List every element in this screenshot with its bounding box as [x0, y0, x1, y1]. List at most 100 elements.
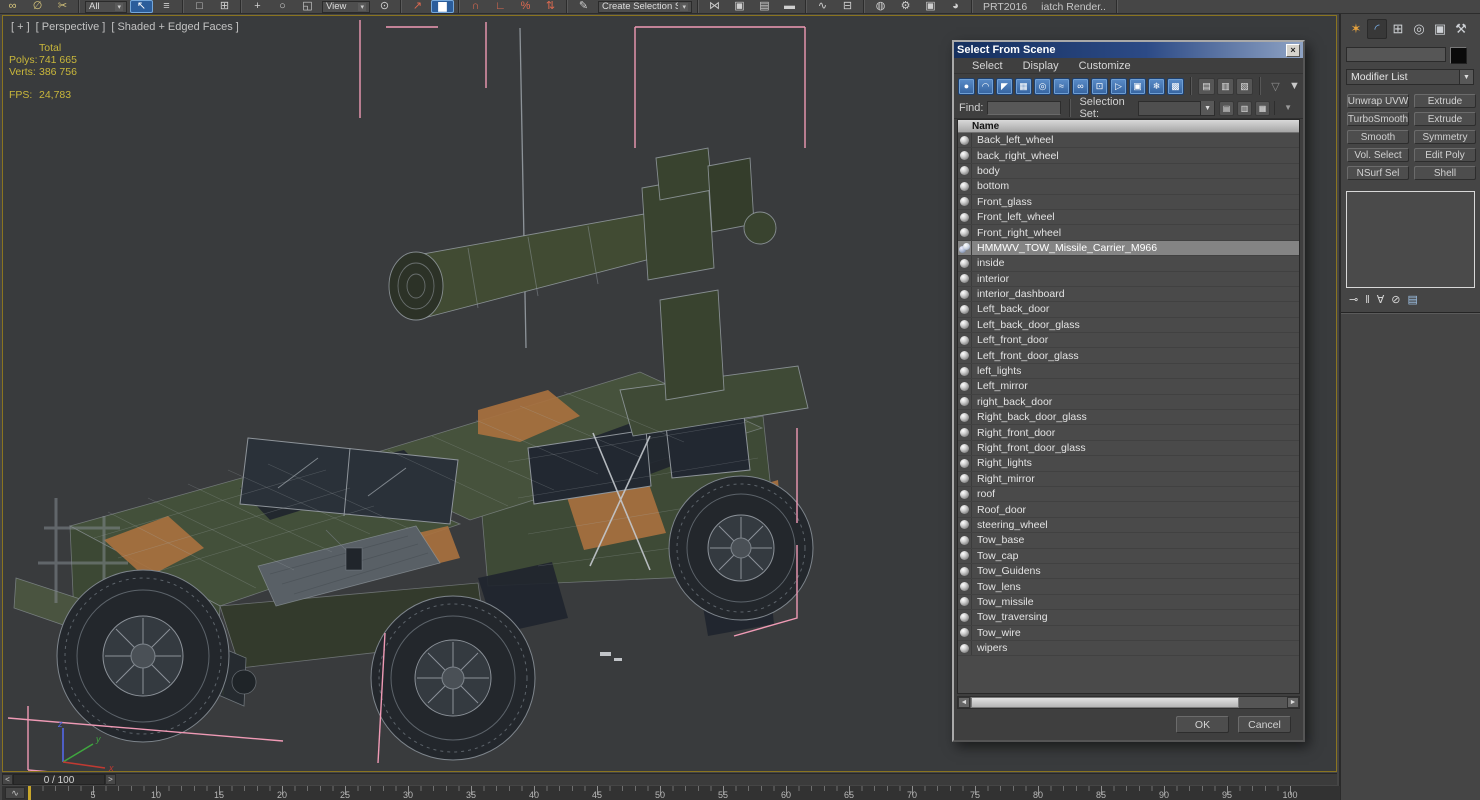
scene-object-row[interactable]: inside	[958, 256, 1299, 272]
scene-object-row[interactable]: wipers	[958, 640, 1299, 657]
hmmwv-model[interactable]	[8, 18, 838, 771]
menu-select[interactable]: Select	[962, 60, 1013, 72]
track-bar[interactable]: ∿ 5 10 15 20 25 30 35 40 45 50 55 60 65 70 75 80 85 90 95 1…	[2, 786, 1340, 800]
modifier-button-vol-select[interactable]: Vol. Select	[1347, 148, 1409, 162]
display-cameras-button[interactable]: ▦	[1015, 77, 1032, 95]
scroll-right-arrow[interactable]: ►	[1287, 697, 1299, 708]
modifier-button-extrude[interactable]: Extrude	[1414, 112, 1476, 126]
column-chooser-arrow[interactable]: ▼	[1274, 101, 1298, 115]
scene-object-row[interactable]: Right_back_door_glass	[958, 410, 1299, 426]
pin-stack-button[interactable]: ⊸	[1349, 293, 1358, 307]
current-frame-marker[interactable]	[28, 786, 31, 800]
modifier-button-nsurf-sel[interactable]: NSurf Sel	[1347, 166, 1409, 180]
scene-object-row[interactable]: Tow_Guidens	[958, 563, 1299, 580]
modifier-button-turbosmooth[interactable]: TurboSmooth	[1347, 112, 1409, 126]
open-mini-curve-editor-button[interactable]: ∿	[5, 787, 25, 799]
select-and-link-button[interactable]: ∞	[1, 0, 24, 13]
object-name-field[interactable]	[1346, 47, 1446, 62]
time-slider[interactable]: 0 / 100	[13, 774, 105, 786]
render-setup-button[interactable]: ⚙	[894, 0, 917, 13]
keyboard-shortcut-override-toggle[interactable]: ▆	[431, 0, 454, 13]
detail-view-button[interactable]: ▧	[1236, 77, 1253, 95]
scene-object-row[interactable]: Tow_missile	[958, 594, 1299, 611]
tab-hierarchy[interactable]: ⊞	[1388, 19, 1408, 39]
window-crossing-toggle[interactable]: ⊞	[213, 0, 236, 13]
scene-object-row[interactable]: Left_back_door_glass	[958, 317, 1299, 334]
subtract-selected-from-set-button[interactable]: ▥	[1237, 100, 1253, 116]
remove-modifier-button[interactable]: ⊘	[1391, 293, 1400, 307]
align-button[interactable]: ▣	[728, 0, 751, 13]
tab-display[interactable]: ▣	[1430, 19, 1450, 39]
use-pivot-point-center-button[interactable]: ⊙	[373, 0, 396, 13]
dialog-close-button[interactable]: ×	[1286, 43, 1300, 57]
scene-object-row[interactable]: right_back_door	[958, 394, 1299, 411]
scene-object-row[interactable]: interior_dashboard	[958, 286, 1299, 303]
angle-snap-button[interactable]: ∟	[489, 0, 512, 13]
scene-object-row[interactable]: Tow_wire	[958, 625, 1299, 641]
display-hidden-objects-button[interactable]: ▩	[1167, 77, 1184, 95]
display-geometry-button[interactable]: ●	[958, 77, 975, 95]
make-unique-button[interactable]: ∀	[1377, 293, 1385, 307]
column-view-button[interactable]: ▥	[1217, 77, 1234, 95]
mirror-button[interactable]: ⋈	[703, 0, 726, 13]
scene-object-row[interactable]: Front_glass	[958, 194, 1299, 210]
modifier-stack[interactable]	[1346, 191, 1475, 288]
list-view-button[interactable]: ▤	[1198, 77, 1215, 95]
reference-coordinate-system-dropdown[interactable]: View ▾	[322, 0, 370, 13]
tab-create[interactable]: ✶	[1346, 19, 1366, 39]
show-end-result-button[interactable]: ‖	[1365, 293, 1370, 307]
modifier-button-smooth[interactable]: Smooth	[1347, 130, 1409, 144]
display-helpers-button[interactable]: ◎	[1034, 77, 1051, 95]
select-set-members-button[interactable]: ▦	[1255, 100, 1271, 116]
scene-object-row[interactable]: back_right_wheel	[958, 148, 1299, 164]
modifier-button-shell[interactable]: Shell	[1414, 166, 1476, 180]
add-selected-to-set-button[interactable]: ▤	[1219, 100, 1235, 116]
modifier-button-extrude[interactable]: Extrude	[1414, 94, 1476, 108]
tab-utilities[interactable]: ⚒	[1451, 19, 1471, 39]
dropdown-arrow-icon[interactable]: ▾	[115, 2, 123, 11]
cancel-button[interactable]: Cancel	[1238, 716, 1291, 733]
scene-object-row[interactable]: interior	[958, 271, 1299, 287]
selection-set-dropdown[interactable]: ▼	[1137, 100, 1216, 116]
rectangular-selection-region-button[interactable]: □	[188, 0, 211, 13]
display-shapes-button[interactable]: ◠	[977, 77, 994, 95]
scene-object-row[interactable]: steering_wheel	[958, 517, 1299, 534]
scene-object-row[interactable]: Front_left_wheel	[958, 209, 1299, 226]
modifier-list-dropdown[interactable]: Modifier List ▼	[1346, 69, 1474, 85]
display-groups-button[interactable]: ∞	[1072, 77, 1089, 95]
material-editor-button[interactable]: ◍	[869, 0, 892, 13]
scene-object-row[interactable]: Front_right_wheel	[958, 225, 1299, 241]
select-and-move-button[interactable]: +	[246, 0, 269, 13]
schematic-view-button[interactable]: ⊟	[836, 0, 859, 13]
scene-object-row[interactable]: HMMWV_TOW_Missile_Carrier_M966	[958, 240, 1299, 257]
previous-frame-button[interactable]: <	[2, 774, 13, 785]
display-lights-button[interactable]: ◤	[996, 77, 1013, 95]
modifier-button-edit-poly[interactable]: Edit Poly	[1414, 148, 1476, 162]
select-and-rotate-button[interactable]: ○	[271, 0, 294, 13]
toggle-ribbon-button[interactable]: ▬	[778, 0, 801, 13]
find-input[interactable]	[987, 101, 1062, 115]
menu-display[interactable]: Display	[1013, 60, 1069, 72]
display-frozen-objects-button[interactable]: ❄	[1148, 77, 1165, 95]
modifier-button-symmetry[interactable]: Symmetry	[1414, 130, 1476, 144]
scene-object-row[interactable]: Roof_door	[958, 502, 1299, 518]
tab-modify[interactable]: ◜	[1367, 18, 1387, 39]
layer-manager-button[interactable]: ▤	[753, 0, 776, 13]
dialog-titlebar[interactable]: Select From Scene ×	[954, 42, 1303, 58]
named-selection-sets-dropdown[interactable]: Create Selection Se ▾	[598, 0, 692, 13]
select-object-button[interactable]: ↖	[130, 0, 153, 13]
dropdown-arrow-icon[interactable]: ▼	[1200, 101, 1215, 115]
bind-to-space-warp-button[interactable]: ✂	[51, 0, 74, 13]
object-color-swatch[interactable]	[1450, 47, 1467, 64]
scene-object-row[interactable]: roof	[958, 486, 1299, 503]
snaps-toggle-button[interactable]: ∩	[464, 0, 487, 13]
scene-object-row[interactable]: Left_mirror	[958, 379, 1299, 395]
percent-snap-button[interactable]: %	[514, 0, 537, 13]
scene-object-row[interactable]: Left_front_door_glass	[958, 348, 1299, 364]
scene-object-row[interactable]: body	[958, 163, 1299, 180]
scene-object-row[interactable]: Left_back_door	[958, 302, 1299, 318]
scene-object-row[interactable]: Right_lights	[958, 456, 1299, 472]
scene-object-row[interactable]: Right_front_door	[958, 425, 1299, 441]
modifier-button-unwrap-uvw[interactable]: Unwrap UVW	[1347, 94, 1409, 108]
scene-object-row[interactable]: left_lights	[958, 363, 1299, 380]
